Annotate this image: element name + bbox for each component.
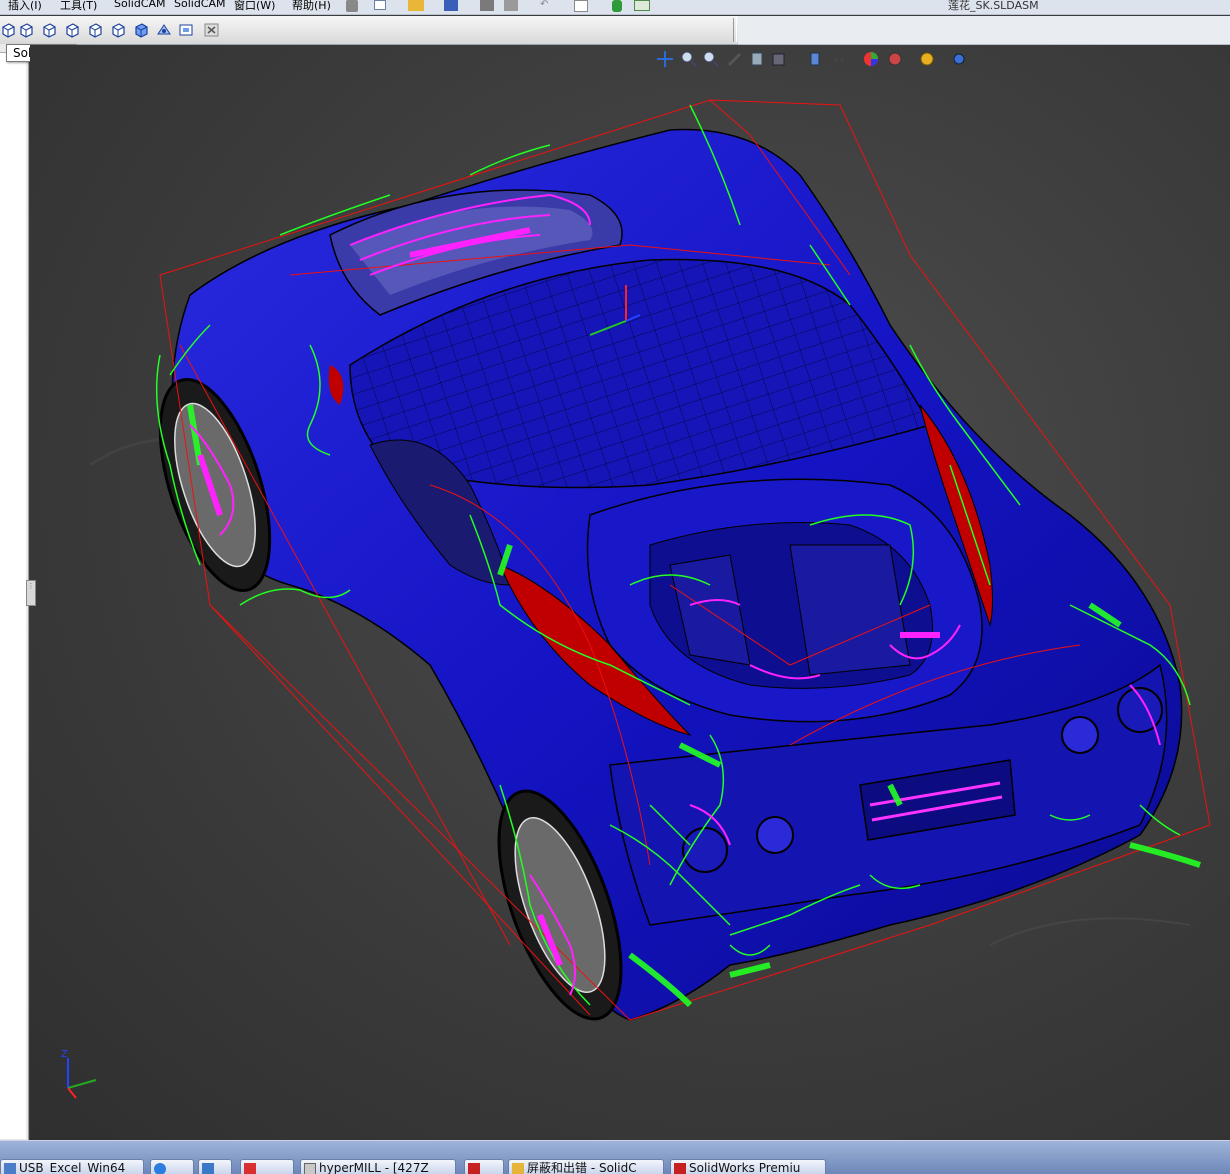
select-arrow-icon[interactable]	[574, 0, 588, 12]
toolbar-empty-area	[738, 16, 1230, 45]
taskbar-label: USB_Excel_Win64	[19, 1161, 126, 1174]
taskbar-item-solidworks-premium[interactable]: SolidWorks Premiu	[670, 1159, 826, 1174]
hypermill-icon	[304, 1163, 316, 1174]
folder-icon	[512, 1163, 524, 1174]
taskbar-item-usb-excel[interactable]: USB_Excel_Win64	[0, 1159, 144, 1174]
scene-icon[interactable]	[886, 50, 904, 68]
view-front-icon[interactable]	[0, 22, 16, 38]
graphics-viewport[interactable]: Z	[30, 45, 1230, 1140]
feature-tree-area[interactable]	[0, 52, 26, 1139]
taskbar-item-ie[interactable]	[150, 1159, 194, 1174]
hide-show-icon[interactable]	[830, 50, 848, 68]
view-selector-icon[interactable]	[178, 22, 194, 38]
section-view-icon[interactable]	[748, 50, 766, 68]
menu-help[interactable]: 帮助(H)	[292, 0, 331, 13]
reference-triad: Z	[61, 1049, 97, 1099]
taskbar-item-solidworks-small[interactable]	[464, 1159, 504, 1174]
open-folder-icon[interactable]	[408, 0, 424, 11]
new-doc-icon[interactable]	[374, 0, 386, 10]
view-orientation-icon[interactable]	[770, 50, 788, 68]
taskbar-label: 屏蔽和出错 - SolidC	[527, 1161, 637, 1174]
menu-bar: 插入(I) 工具(T) SolidCAM SolidCAM 窗口(W) 帮助(H…	[0, 0, 1230, 15]
view-isometric-icon[interactable]	[133, 22, 149, 38]
view-settings-icon[interactable]	[950, 50, 968, 68]
menu-window[interactable]: 窗口(W)	[234, 0, 275, 13]
menu-tools[interactable]: 工具(T)	[60, 0, 97, 13]
print-icon[interactable]	[480, 0, 494, 11]
menu-solidcam-2[interactable]: SolidCAM	[174, 0, 226, 10]
appearance-icon[interactable]	[862, 50, 880, 68]
app-red-icon	[244, 1163, 256, 1174]
tail-light-right	[1061, 716, 1099, 754]
taskbar-item-hypermill[interactable]: hyperMILL - [427Z	[300, 1159, 456, 1174]
zoom-area-icon[interactable]	[702, 50, 720, 68]
realview-icon[interactable]	[918, 50, 936, 68]
save-icon[interactable]	[444, 0, 458, 11]
previous-view-icon[interactable]	[726, 50, 744, 68]
taskbar-label: SolidWorks Premiu	[689, 1161, 801, 1174]
ie-icon	[154, 1163, 166, 1174]
taskbar-item-explorer[interactable]	[198, 1159, 232, 1174]
undo-icon[interactable]: ↶	[540, 0, 554, 11]
solidworks-icon	[674, 1163, 686, 1174]
traffic-light-icon[interactable]	[612, 0, 622, 12]
pin-icon[interactable]	[346, 0, 358, 12]
close-toolbar-icon[interactable]	[204, 22, 220, 38]
taskbar-item-red-app[interactable]	[240, 1159, 294, 1174]
solidworks-icon	[468, 1163, 480, 1174]
windows-taskbar: USB_Excel_Win64 hyperMILL - [427Z 屏蔽和出错 …	[0, 1140, 1230, 1174]
sidebar-collapse-handle[interactable]: ⋮	[26, 580, 36, 606]
taskbar-item-folder[interactable]: 屏蔽和出错 - SolidC	[508, 1159, 664, 1174]
car-model-view	[89, 99, 1211, 1021]
view-orientation-toolbar	[0, 16, 738, 45]
view-back-icon[interactable]	[18, 22, 34, 38]
usb-app-icon	[4, 1163, 16, 1174]
document-title: 莲花_SK.SLDASM	[948, 0, 1039, 12]
toolbar-grip[interactable]	[733, 18, 737, 42]
tail-light-left	[756, 816, 794, 854]
print-preview-icon[interactable]	[504, 0, 518, 11]
view-left-icon[interactable]	[41, 22, 57, 38]
options-icon[interactable]	[634, 0, 650, 11]
menu-solidcam-1[interactable]: SolidCAM	[114, 0, 166, 10]
triad-z-label: Z	[61, 1049, 68, 1060]
explorer-icon	[202, 1163, 214, 1174]
display-style-icon[interactable]	[806, 50, 824, 68]
menu-insert[interactable]: 插入(I)	[8, 0, 42, 13]
view-right-icon[interactable]	[64, 22, 80, 38]
view-top-icon[interactable]	[87, 22, 103, 38]
taskbar-label: hyperMILL - [427Z	[319, 1161, 429, 1174]
view-bottom-icon[interactable]	[110, 22, 126, 38]
view-normal-to-icon[interactable]	[156, 22, 172, 38]
pan-icon[interactable]	[656, 50, 674, 68]
zoom-fit-icon[interactable]	[680, 50, 698, 68]
